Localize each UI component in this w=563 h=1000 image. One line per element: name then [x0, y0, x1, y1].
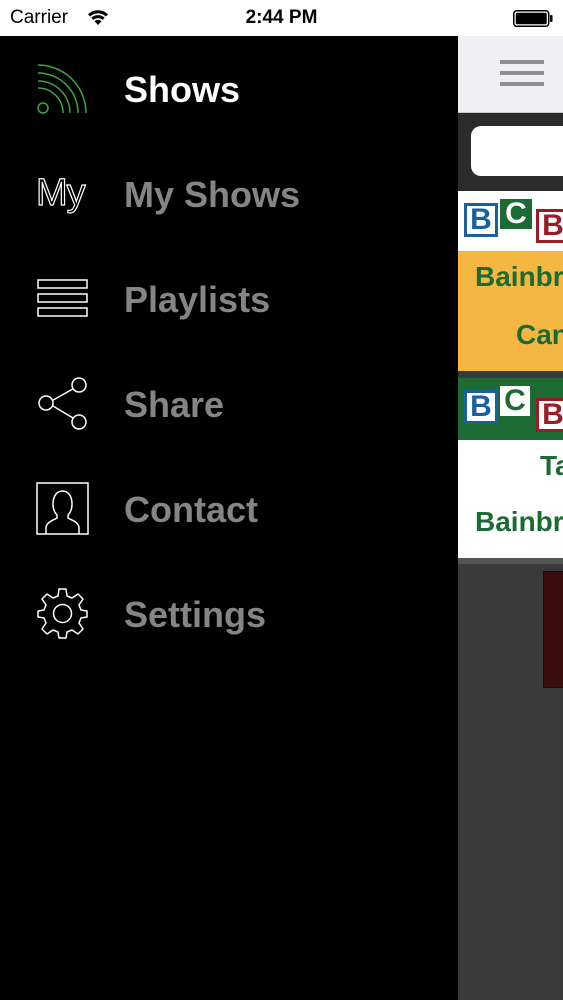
list-icon — [37, 279, 88, 317]
battery-icon — [513, 10, 553, 27]
menu-item-share[interactable]: Share — [0, 351, 458, 456]
show-card[interactable]: B C B Bainbr Can — [458, 191, 563, 371]
logo-letter: B — [536, 398, 563, 432]
show-title-band: Bainbr Can — [458, 251, 563, 371]
menu-item-my-shows[interactable]: My My Shows — [0, 141, 458, 246]
logo-letter: B — [464, 203, 498, 237]
show-title-line1: Ta — [540, 450, 563, 481]
my-icon-text: My — [35, 171, 86, 214]
search-input[interactable] — [471, 126, 563, 176]
rss-feed-icon — [37, 64, 87, 114]
search-bar — [458, 113, 563, 191]
menu-label-playlists: Playlists — [124, 279, 271, 320]
show-logo: B C B — [458, 191, 563, 251]
show-title-line1: Bainbr — [475, 261, 563, 292]
menu-label-shows: Shows — [124, 69, 241, 110]
menu-label-settings: Settings — [124, 594, 267, 635]
menu-item-contact[interactable]: Contact — [0, 456, 458, 561]
status-bar: Carrier 2:44 PM — [0, 0, 563, 36]
divider — [458, 558, 563, 564]
nav-bar — [458, 36, 563, 113]
my-text-icon: My — [35, 167, 89, 220]
contact-icon — [36, 482, 89, 535]
menu-label-share: Share — [124, 384, 225, 425]
clock: 2:44 PM — [245, 7, 318, 28]
main-content-peek[interactable]: B C B Bainbr Can B C B Ta Bainbr — [458, 36, 563, 1000]
side-menu: Shows My My Shows Playlists Share Contac — [0, 36, 458, 1000]
menu-item-playlists[interactable]: Playlists — [0, 246, 458, 351]
menu-item-shows[interactable]: Shows — [0, 36, 458, 141]
show-title-line2: Can — [516, 319, 563, 350]
menu-label-contact: Contact — [124, 489, 258, 530]
logo-letter: B — [464, 390, 498, 424]
logo-letter: B — [536, 209, 563, 243]
gear-icon — [37, 588, 88, 639]
share-icon — [38, 377, 87, 430]
hamburger-menu-icon[interactable] — [500, 60, 544, 88]
show-logo: B C B — [458, 378, 563, 440]
logo-letter: C — [500, 386, 530, 416]
show-thumbnail[interactable] — [543, 571, 563, 688]
show-card[interactable]: B C B Ta Bainbr — [458, 378, 563, 558]
logo-letter: C — [500, 199, 532, 229]
menu-item-settings[interactable]: Settings — [0, 561, 458, 666]
show-title-line2: Bainbr — [475, 506, 563, 537]
menu-label-my-shows: My Shows — [124, 174, 301, 215]
